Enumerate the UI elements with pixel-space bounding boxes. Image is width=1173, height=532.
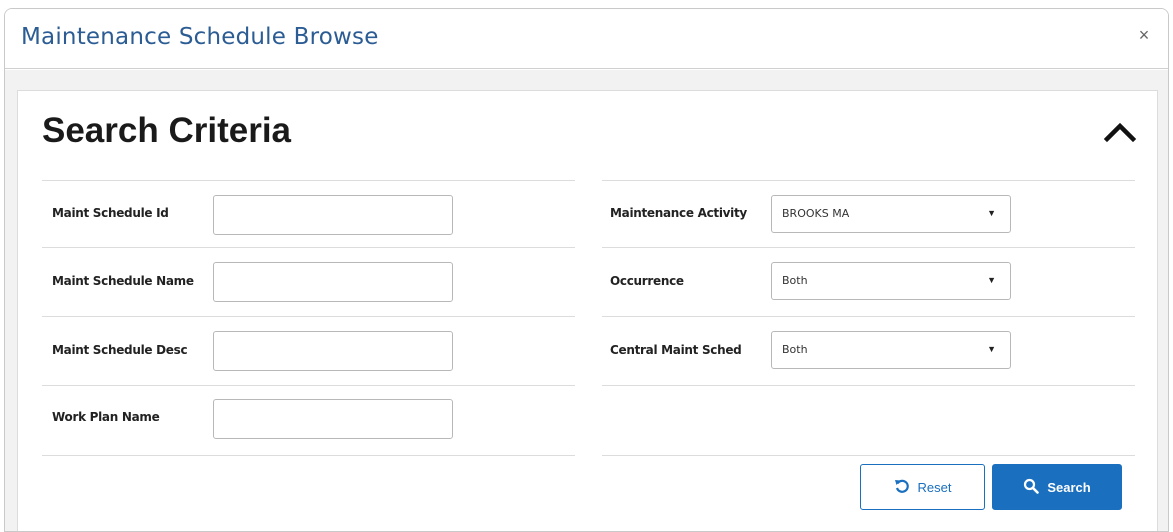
divider (602, 385, 1135, 386)
maint-schedule-name-label: Maint Schedule Name (52, 274, 194, 288)
search-button[interactable]: Search (992, 464, 1122, 510)
modal-title: Maintenance Schedule Browse (21, 24, 379, 50)
caret-down-icon: ▼ (987, 208, 996, 218)
divider (42, 455, 575, 456)
card-title: Search Criteria (42, 111, 292, 150)
maint-schedule-desc-input[interactable] (213, 331, 453, 371)
search-label: Search (1047, 479, 1091, 495)
work-plan-name-input[interactable] (213, 399, 453, 439)
undo-icon (894, 478, 910, 497)
chevron-up-icon[interactable] (1103, 119, 1137, 145)
search-icon (1023, 478, 1040, 497)
occurrence-label: Occurrence (610, 274, 684, 288)
divider (42, 316, 575, 317)
modal-header: Maintenance Schedule Browse × (5, 9, 1168, 69)
search-criteria-card: Search Criteria Maint Schedule Id Maint … (17, 90, 1158, 531)
close-button[interactable]: × (1134, 25, 1154, 45)
maintenance-activity-select[interactable]: BROOKS MA ▼ (771, 195, 1011, 233)
divider (42, 247, 575, 248)
maint-schedule-name-input[interactable] (213, 262, 453, 302)
reset-button[interactable]: Reset (860, 464, 985, 510)
modal-window: Maintenance Schedule Browse × Search Cri… (4, 8, 1169, 532)
maintenance-activity-value: BROOKS MA (782, 207, 850, 220)
modal-body: Search Criteria Maint Schedule Id Maint … (5, 70, 1168, 531)
occurrence-value: Both (782, 274, 808, 287)
maint-schedule-desc-label: Maint Schedule Desc (52, 343, 188, 357)
maint-schedule-id-input[interactable] (213, 195, 453, 235)
reset-label: Reset (917, 479, 952, 495)
central-maint-sched-select[interactable]: Both ▼ (771, 331, 1011, 369)
caret-down-icon: ▼ (987, 275, 996, 285)
divider (42, 385, 575, 386)
divider (602, 455, 1135, 456)
maint-schedule-id-label: Maint Schedule Id (52, 206, 169, 220)
divider (602, 247, 1135, 248)
divider (42, 180, 575, 181)
central-maint-sched-label: Central Maint Sched (610, 343, 742, 357)
central-maint-sched-value: Both (782, 343, 808, 356)
maintenance-activity-label: Maintenance Activity (610, 206, 747, 220)
occurrence-select[interactable]: Both ▼ (771, 262, 1011, 300)
work-plan-name-label: Work Plan Name (52, 410, 160, 424)
divider (602, 180, 1135, 181)
divider (602, 316, 1135, 317)
caret-down-icon: ▼ (987, 344, 996, 354)
